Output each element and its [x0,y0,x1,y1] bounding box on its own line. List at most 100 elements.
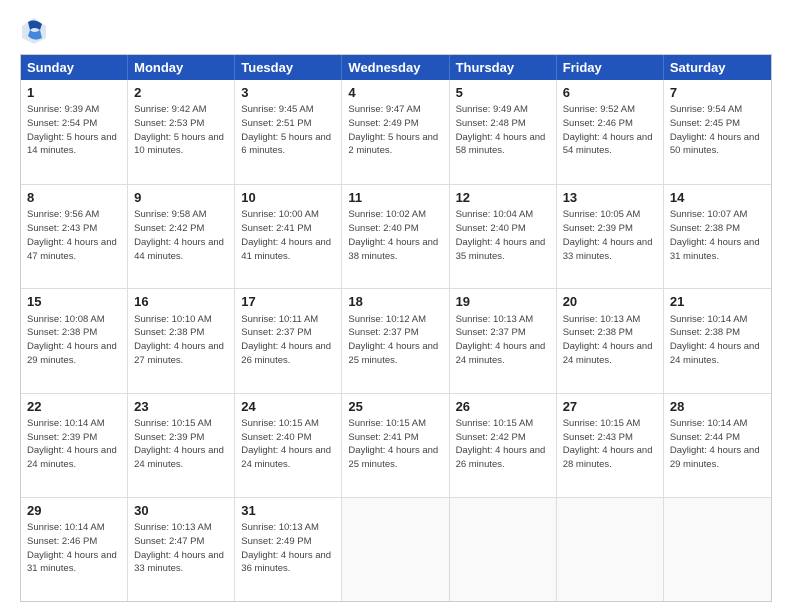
day-number: 20 [563,293,657,311]
day-number: 4 [348,84,442,102]
cell-info: Sunrise: 10:14 AM Sunset: 2:44 PM Daylig… [670,417,765,472]
calendar-week-4: 22Sunrise: 10:14 AM Sunset: 2:39 PM Dayl… [21,393,771,497]
cell-info: Sunrise: 10:08 AM Sunset: 2:38 PM Daylig… [27,313,121,368]
day-number: 31 [241,502,335,520]
empty-cell [664,498,771,601]
cell-info: Sunrise: 10:02 AM Sunset: 2:40 PM Daylig… [348,208,442,263]
day-cell-29: 29Sunrise: 10:14 AM Sunset: 2:46 PM Dayl… [21,498,128,601]
cell-info: Sunrise: 10:13 AM Sunset: 2:38 PM Daylig… [563,313,657,368]
day-number: 1 [27,84,121,102]
day-cell-18: 18 Sunrise: 10:12 AM Sunset: 2:37 PM Dayl… [342,289,449,392]
day-cell-9: 9Sunrise: 9:58 AM Sunset: 2:42 PM Daylig… [128,185,235,288]
cell-info: Sunrise: 10:00 AM Sunset: 2:41 PM Daylig… [241,208,335,263]
logo-icon [20,16,48,44]
day-cell-5: 5Sunrise: 9:49 AM Sunset: 2:48 PM Daylig… [450,80,557,184]
day-number: 12 [456,189,550,207]
day-cell-8: 8Sunrise: 9:56 AM Sunset: 2:43 PM Daylig… [21,185,128,288]
day-cell-25: 25Sunrise: 10:15 AM Sunset: 2:41 PM Dayl… [342,394,449,497]
day-number: 22 [27,398,121,416]
day-number: 7 [670,84,765,102]
cell-info: Sunrise: 10:10 AM Sunset: 2:38 PM Daylig… [134,313,228,368]
day-number: 6 [563,84,657,102]
cell-info: Sunrise: 9:58 AM Sunset: 2:42 PM Dayligh… [134,208,228,263]
cell-info: Sunrise: 9:54 AM Sunset: 2:45 PM Dayligh… [670,103,765,158]
page: SundayMondayTuesdayWednesdayThursdayFrid… [0,0,792,612]
empty-cell [342,498,449,601]
day-number: 28 [670,398,765,416]
day-number: 15 [27,293,121,311]
header-day-friday: Friday [557,55,664,80]
day-cell-21: 21 Sunrise: 10:14 AM Sunset: 2:38 PM Dayl… [664,289,771,392]
day-number: 5 [456,84,550,102]
day-cell-23: 23Sunrise: 10:15 AM Sunset: 2:39 PM Dayl… [128,394,235,497]
cell-info: Sunrise: 9:56 AM Sunset: 2:43 PM Dayligh… [27,208,121,263]
day-cell-14: 14Sunrise: 10:07 AM Sunset: 2:38 PM Dayl… [664,185,771,288]
cell-info: Sunrise: 10:13 AM Sunset: 2:49 PM Daylig… [241,521,335,576]
cell-info: Sunrise: 9:45 AM Sunset: 2:51 PM Dayligh… [241,103,335,158]
day-number: 21 [670,293,765,311]
calendar-week-1: 1Sunrise: 9:39 AM Sunset: 2:54 PM Daylig… [21,80,771,184]
day-cell-27: 27Sunrise: 10:15 AM Sunset: 2:43 PM Dayl… [557,394,664,497]
day-number: 25 [348,398,442,416]
day-cell-22: 22Sunrise: 10:14 AM Sunset: 2:39 PM Dayl… [21,394,128,497]
cell-info: Sunrise: 9:47 AM Sunset: 2:49 PM Dayligh… [348,103,442,158]
day-cell-11: 11Sunrise: 10:02 AM Sunset: 2:40 PM Dayl… [342,185,449,288]
day-cell-2: 2Sunrise: 9:42 AM Sunset: 2:53 PM Daylig… [128,80,235,184]
cell-info: Sunrise: 10:15 AM Sunset: 2:42 PM Daylig… [456,417,550,472]
cell-info: Sunrise: 10:04 AM Sunset: 2:40 PM Daylig… [456,208,550,263]
header-day-wednesday: Wednesday [342,55,449,80]
day-number: 30 [134,502,228,520]
cell-info: Sunrise: 10:07 AM Sunset: 2:38 PM Daylig… [670,208,765,263]
day-cell-19: 19 Sunrise: 10:13 AM Sunset: 2:37 PM Dayl… [450,289,557,392]
day-number: 29 [27,502,121,520]
day-number: 18 [348,293,442,311]
day-cell-15: 15 Sunrise: 10:08 AM Sunset: 2:38 PM Dayl… [21,289,128,392]
cell-info: Sunrise: 9:49 AM Sunset: 2:48 PM Dayligh… [456,103,550,158]
cell-info: Sunrise: 10:14 AM Sunset: 2:46 PM Daylig… [27,521,121,576]
day-number: 27 [563,398,657,416]
calendar: SundayMondayTuesdayWednesdayThursdayFrid… [20,54,772,602]
day-number: 23 [134,398,228,416]
day-cell-26: 26Sunrise: 10:15 AM Sunset: 2:42 PM Dayl… [450,394,557,497]
day-number: 13 [563,189,657,207]
cell-info: Sunrise: 9:52 AM Sunset: 2:46 PM Dayligh… [563,103,657,158]
day-cell-16: 16 Sunrise: 10:10 AM Sunset: 2:38 PM Dayl… [128,289,235,392]
day-cell-13: 13Sunrise: 10:05 AM Sunset: 2:39 PM Dayl… [557,185,664,288]
day-number: 19 [456,293,550,311]
logo [20,16,52,44]
calendar-week-5: 29Sunrise: 10:14 AM Sunset: 2:46 PM Dayl… [21,497,771,601]
day-cell-6: 6Sunrise: 9:52 AM Sunset: 2:46 PM Daylig… [557,80,664,184]
day-number: 8 [27,189,121,207]
day-cell-3: 3Sunrise: 9:45 AM Sunset: 2:51 PM Daylig… [235,80,342,184]
cell-info: Sunrise: 10:11 AM Sunset: 2:37 PM Daylig… [241,313,335,368]
header-day-saturday: Saturday [664,55,771,80]
day-cell-12: 12Sunrise: 10:04 AM Sunset: 2:40 PM Dayl… [450,185,557,288]
cell-info: Sunrise: 9:42 AM Sunset: 2:53 PM Dayligh… [134,103,228,158]
header-day-sunday: Sunday [21,55,128,80]
empty-cell [557,498,664,601]
cell-info: Sunrise: 10:13 AM Sunset: 2:37 PM Daylig… [456,313,550,368]
day-number: 26 [456,398,550,416]
day-number: 9 [134,189,228,207]
header-day-thursday: Thursday [450,55,557,80]
header-day-monday: Monday [128,55,235,80]
cell-info: Sunrise: 10:14 AM Sunset: 2:38 PM Daylig… [670,313,765,368]
day-number: 17 [241,293,335,311]
cell-info: Sunrise: 10:15 AM Sunset: 2:41 PM Daylig… [348,417,442,472]
day-number: 24 [241,398,335,416]
cell-info: Sunrise: 10:12 AM Sunset: 2:37 PM Daylig… [348,313,442,368]
calendar-body: 1Sunrise: 9:39 AM Sunset: 2:54 PM Daylig… [21,80,771,601]
day-number: 2 [134,84,228,102]
calendar-header: SundayMondayTuesdayWednesdayThursdayFrid… [21,55,771,80]
day-cell-4: 4Sunrise: 9:47 AM Sunset: 2:49 PM Daylig… [342,80,449,184]
day-cell-17: 17 Sunrise: 10:11 AM Sunset: 2:37 PM Dayl… [235,289,342,392]
day-cell-28: 28Sunrise: 10:14 AM Sunset: 2:44 PM Dayl… [664,394,771,497]
day-number: 3 [241,84,335,102]
cell-info: Sunrise: 10:15 AM Sunset: 2:39 PM Daylig… [134,417,228,472]
day-cell-1: 1Sunrise: 9:39 AM Sunset: 2:54 PM Daylig… [21,80,128,184]
cell-info: Sunrise: 10:14 AM Sunset: 2:39 PM Daylig… [27,417,121,472]
day-cell-20: 20 Sunrise: 10:13 AM Sunset: 2:38 PM Dayl… [557,289,664,392]
day-number: 16 [134,293,228,311]
header-day-tuesday: Tuesday [235,55,342,80]
cell-info: Sunrise: 10:15 AM Sunset: 2:40 PM Daylig… [241,417,335,472]
